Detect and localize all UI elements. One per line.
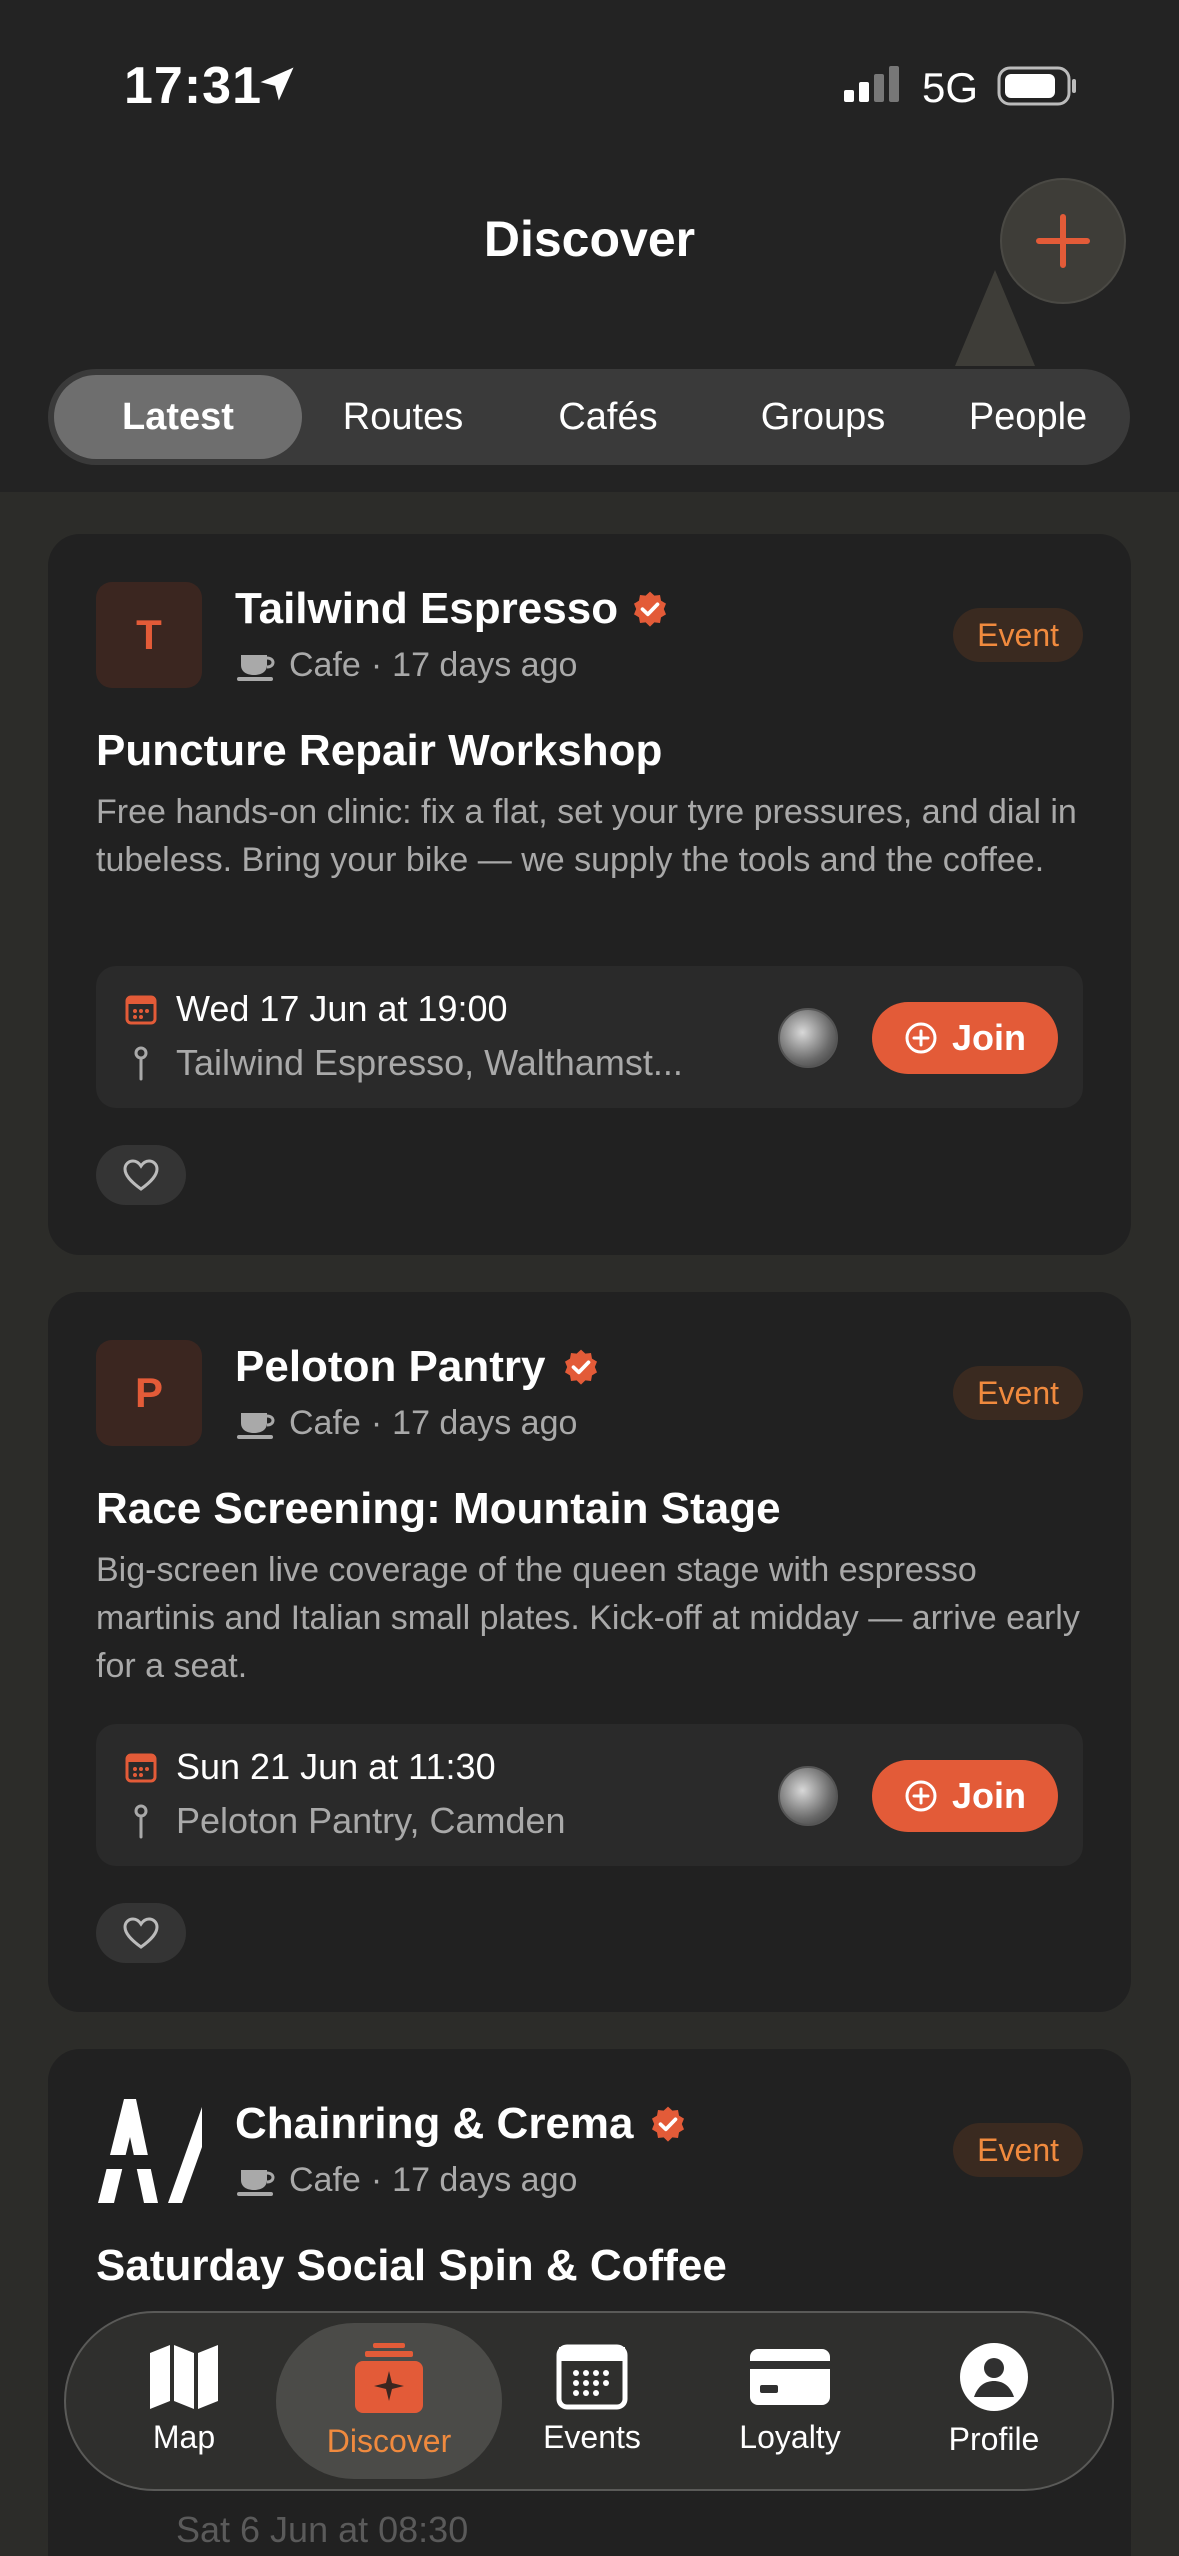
pin-icon [134, 1046, 148, 1081]
nav-item-profile[interactable]: Profile [904, 2341, 1084, 2458]
nav-item-discover[interactable]: Discover [299, 2341, 479, 2460]
calendar-icon [125, 1753, 157, 1783]
event-description: Free hands-on clinic: fix a flat, set yo… [96, 793, 1077, 879]
coffee-cup-icon [237, 654, 275, 681]
event-title: Puncture Repair Workshop [96, 726, 663, 775]
event-date: Wed 17 Jun at 19:00 [176, 988, 508, 1029]
calendar-icon [556, 2344, 628, 2410]
post-meta: Cafe · 17 days ago [235, 2161, 577, 2200]
tab-people[interactable]: People [938, 369, 1118, 465]
event-info: Wed 17 Jun at 19:00 Tailwind Espresso, W… [96, 966, 1083, 1108]
chainring-logo [96, 2099, 202, 2203]
coffee-cup-icon [237, 2169, 275, 2196]
nav-item-loyalty[interactable]: Loyalty [700, 2341, 880, 2456]
pin-icon [134, 1804, 148, 1839]
post-category: Cafe [289, 1404, 361, 1442]
join-button[interactable]: Join [872, 1760, 1058, 1832]
nav-label: Map [152, 2419, 216, 2455]
meta-separator: · [370, 646, 383, 684]
join-button[interactable]: Join [872, 1002, 1058, 1074]
join-label: Join [951, 1775, 1026, 1816]
location-arrow-icon [260, 67, 294, 101]
tab-routes[interactable]: Routes [303, 369, 503, 465]
attendee-avatar [778, 1008, 838, 1068]
heart-icon [123, 1917, 159, 1949]
event-date: Sat 6 Jun at 08:30 [176, 2509, 469, 2550]
calendar-icon [125, 995, 157, 1025]
verified-badge-icon [565, 1349, 597, 1385]
event-location-row: Tailwind Espresso, Walthamst... [124, 1042, 683, 1084]
post-category: Cafe [289, 646, 361, 684]
meta-separator: · [370, 1404, 383, 1442]
nav-item-events[interactable]: Events [502, 2341, 682, 2456]
event-location: Peloton Pantry, Camden [176, 1800, 566, 1841]
org-name[interactable]: Chainring & Crema [235, 2099, 634, 2149]
nav-label: Events [543, 2419, 641, 2455]
bottom-nav: Map Discover Events Loyalty Profile [64, 2311, 1114, 2491]
event-badge: Event [953, 1366, 1083, 1420]
post-meta: Cafe · 17 days ago [235, 1404, 577, 1443]
card-icon [750, 2349, 830, 2405]
verified-badge-icon [634, 591, 666, 627]
coffee-cup-icon [237, 1412, 275, 1439]
plus-circle-icon [905, 1780, 937, 1812]
event-date-row: Sun 21 Jun at 11:30 [124, 1746, 496, 1788]
event-badge: Event [953, 2123, 1083, 2177]
status-time: 17:31 [124, 57, 262, 115]
event-location-row: Peloton Pantry, Camden [124, 1800, 566, 1842]
map-icon [150, 2345, 218, 2409]
nav-label: Discover [326, 2423, 452, 2459]
post-category: Cafe [289, 2161, 361, 2199]
event-date: Sun 21 Jun at 11:30 [176, 1746, 496, 1787]
tab-cafes[interactable]: Cafés [518, 369, 698, 465]
add-post-button[interactable] [1000, 178, 1126, 304]
org-name[interactable]: Peloton Pantry [235, 1342, 546, 1392]
event-date-row: Wed 17 Jun at 19:00 [124, 988, 508, 1030]
plus-circle-icon [905, 1022, 937, 1054]
event-card[interactable]: T Tailwind Espresso Cafe · 17 days ago E… [48, 534, 1131, 1255]
signal-icon [844, 66, 899, 102]
event-description: Big-screen live coverage of the queen st… [96, 1551, 1080, 1685]
event-card[interactable]: P Peloton Pantry Cafe · 17 days ago Even… [48, 1292, 1131, 2012]
post-age: 17 days ago [392, 1404, 578, 1442]
plus-icon [1036, 214, 1090, 268]
heart-icon [123, 1159, 159, 1191]
app-header: 17:31 5G Discover Latest Routes Cafés Gr… [0, 0, 1179, 492]
event-badge: Event [953, 608, 1083, 662]
network-type: 5G [922, 64, 979, 111]
battery-icon [997, 66, 1076, 106]
verified-badge-icon [652, 2106, 684, 2142]
like-button[interactable] [96, 1903, 186, 1963]
org-name[interactable]: Tailwind Espresso [235, 584, 618, 634]
tab-groups[interactable]: Groups [728, 369, 918, 465]
event-info: Sun 21 Jun at 11:30 Peloton Pantry, Camd… [96, 1724, 1083, 1866]
profile-icon [960, 2343, 1028, 2411]
discover-icon [355, 2343, 423, 2413]
meta-separator: · [370, 2161, 383, 2199]
event-title: Race Screening: Mountain Stage [96, 1484, 781, 1533]
nav-label: Profile [948, 2421, 1040, 2457]
tab-latest[interactable]: Latest [54, 375, 302, 459]
nav-item-map[interactable]: Map [94, 2341, 274, 2456]
join-label: Join [951, 1017, 1026, 1058]
post-meta: Cafe · 17 days ago [235, 646, 577, 685]
attendee-avatar [778, 1766, 838, 1826]
nav-label: Loyalty [739, 2419, 841, 2455]
post-age: 17 days ago [392, 646, 578, 684]
event-title: Saturday Social Spin & Coffee [96, 2241, 727, 2290]
post-age: 17 days ago [392, 2161, 578, 2199]
like-button[interactable] [96, 1145, 186, 1205]
org-avatar[interactable]: T [96, 582, 202, 688]
filter-tabs: Latest Routes Cafés Groups People [48, 369, 1130, 465]
event-location: Tailwind Espresso, Walthamst... [176, 1042, 683, 1083]
org-avatar[interactable]: P [96, 1340, 202, 1446]
